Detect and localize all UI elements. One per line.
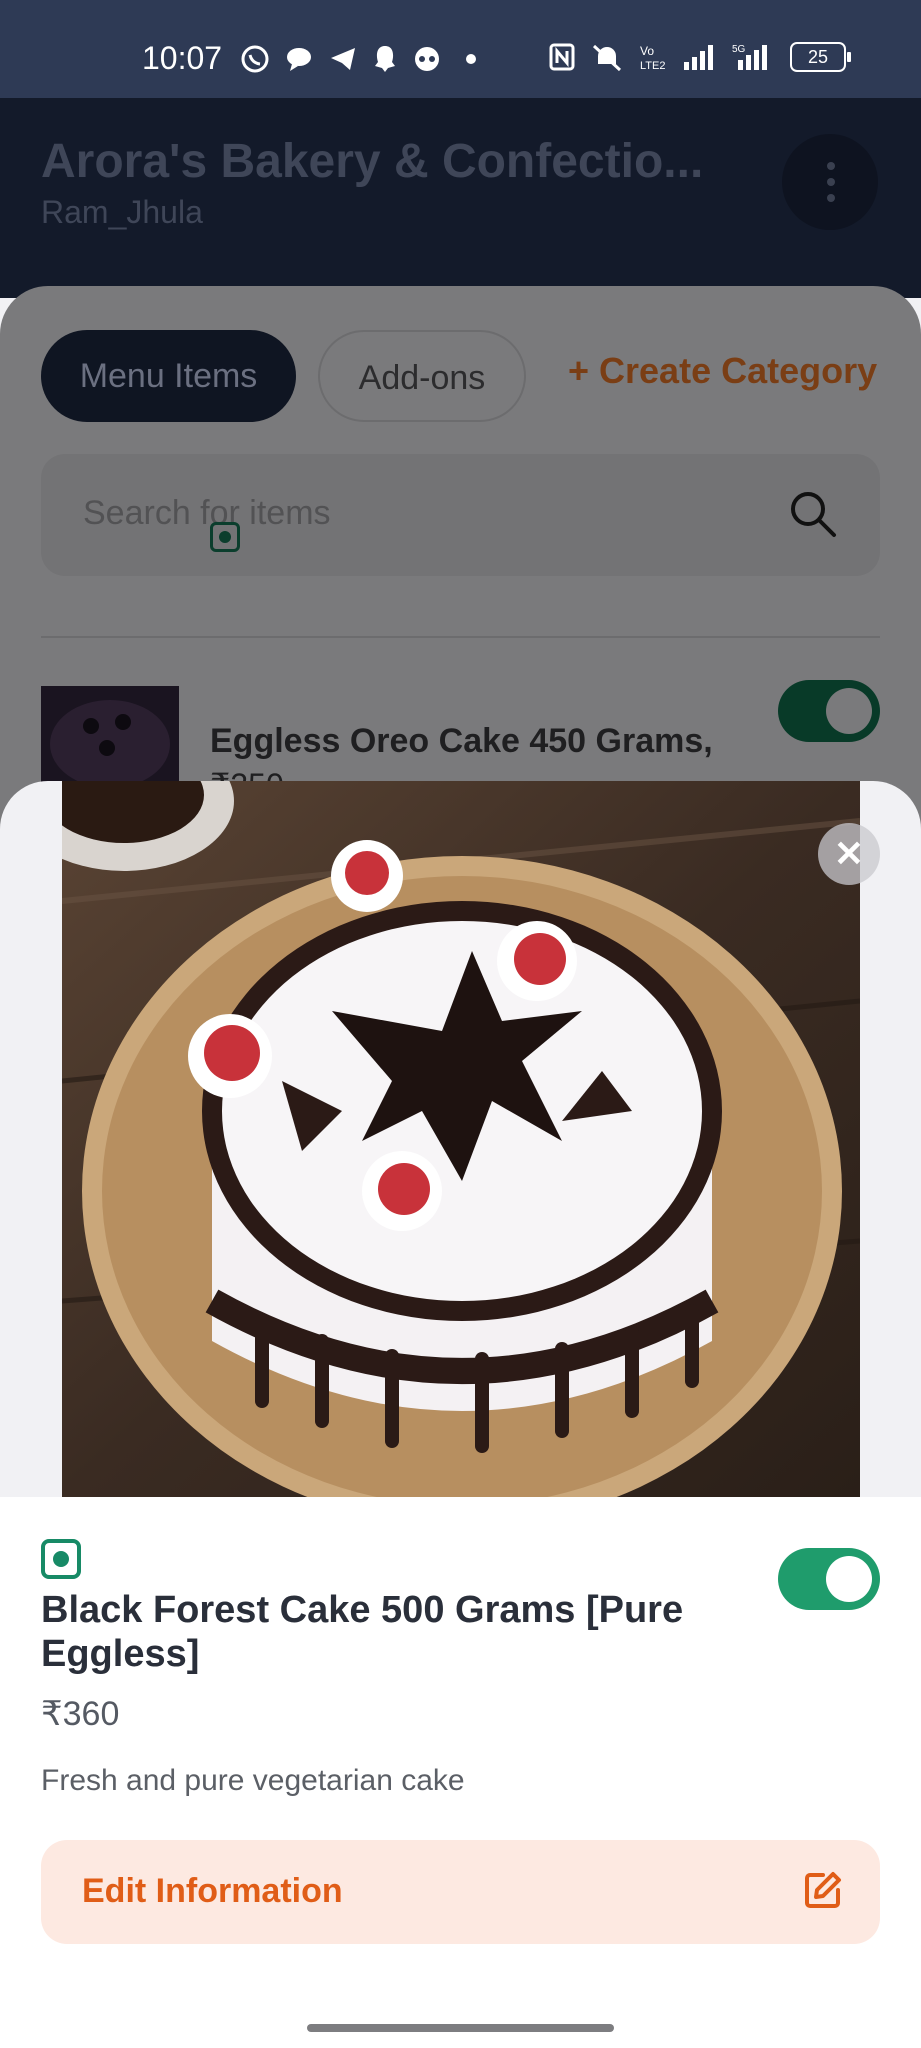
5g-signal-icon: 5G [732,44,767,70]
app-icon [415,47,439,71]
edit-information-button[interactable]: Edit Information [41,1840,880,1944]
item-name: Black Forest Cake 500 Grams [Pure Eggles… [41,1589,684,1675]
item-name: Eggless Oreo Cake 450 Grams, [210,722,713,760]
item-description: Fresh and pure vegetarian cake [41,1764,465,1797]
status-bar: 10:07 Vo LTE2 5G 25 [0,0,921,98]
tab-menu-items[interactable]: Menu Items [41,330,296,422]
store-location: Ram_Jhula [41,194,203,230]
veg-indicator-icon [210,522,240,552]
chat-icon [287,48,311,71]
tab-addons[interactable]: Add-ons [318,330,526,422]
whatsapp-icon [241,45,269,73]
search-icon[interactable] [787,488,839,540]
svg-text:Vo: Vo [640,44,654,58]
dot-icon [466,54,476,64]
cake-photo [62,781,860,1497]
volte-icon: Vo LTE2 [640,44,665,72]
availability-toggle[interactable] [778,1548,880,1610]
battery-indicator: 25 [790,42,851,72]
divider [41,636,880,638]
edit-icon [805,1872,841,1908]
signal-icon [684,45,713,70]
mute-icon [592,44,622,72]
edit-information-label: Edit Information [82,1872,343,1910]
home-indicator[interactable] [307,2024,614,2032]
search-placeholder: Search for items [83,494,331,532]
app-header: Arora's Bakery & Confectio... Ram_Jhula [0,98,921,298]
snapchat-icon [375,46,395,72]
item-price: ₹360 [41,1695,120,1733]
nfc-icon [549,43,575,71]
create-category-button[interactable]: + Create Category [568,350,877,392]
availability-toggle[interactable] [778,680,880,742]
veg-indicator-icon [41,1539,81,1579]
svg-text:5G: 5G [732,44,746,55]
status-time: 10:07 [142,40,223,76]
close-button[interactable]: ✕ [818,823,880,885]
more-options-button[interactable] [782,134,878,230]
system-icons: Vo LTE2 5G 25 [548,42,851,72]
item-thumbnail[interactable] [41,686,179,786]
search-input[interactable]: Search for items [41,454,880,576]
telegram-icon [331,48,355,70]
notification-icons [240,44,486,74]
svg-text:LTE2: LTE2 [640,60,665,72]
store-name: Arora's Bakery & Confectio... [41,135,704,188]
